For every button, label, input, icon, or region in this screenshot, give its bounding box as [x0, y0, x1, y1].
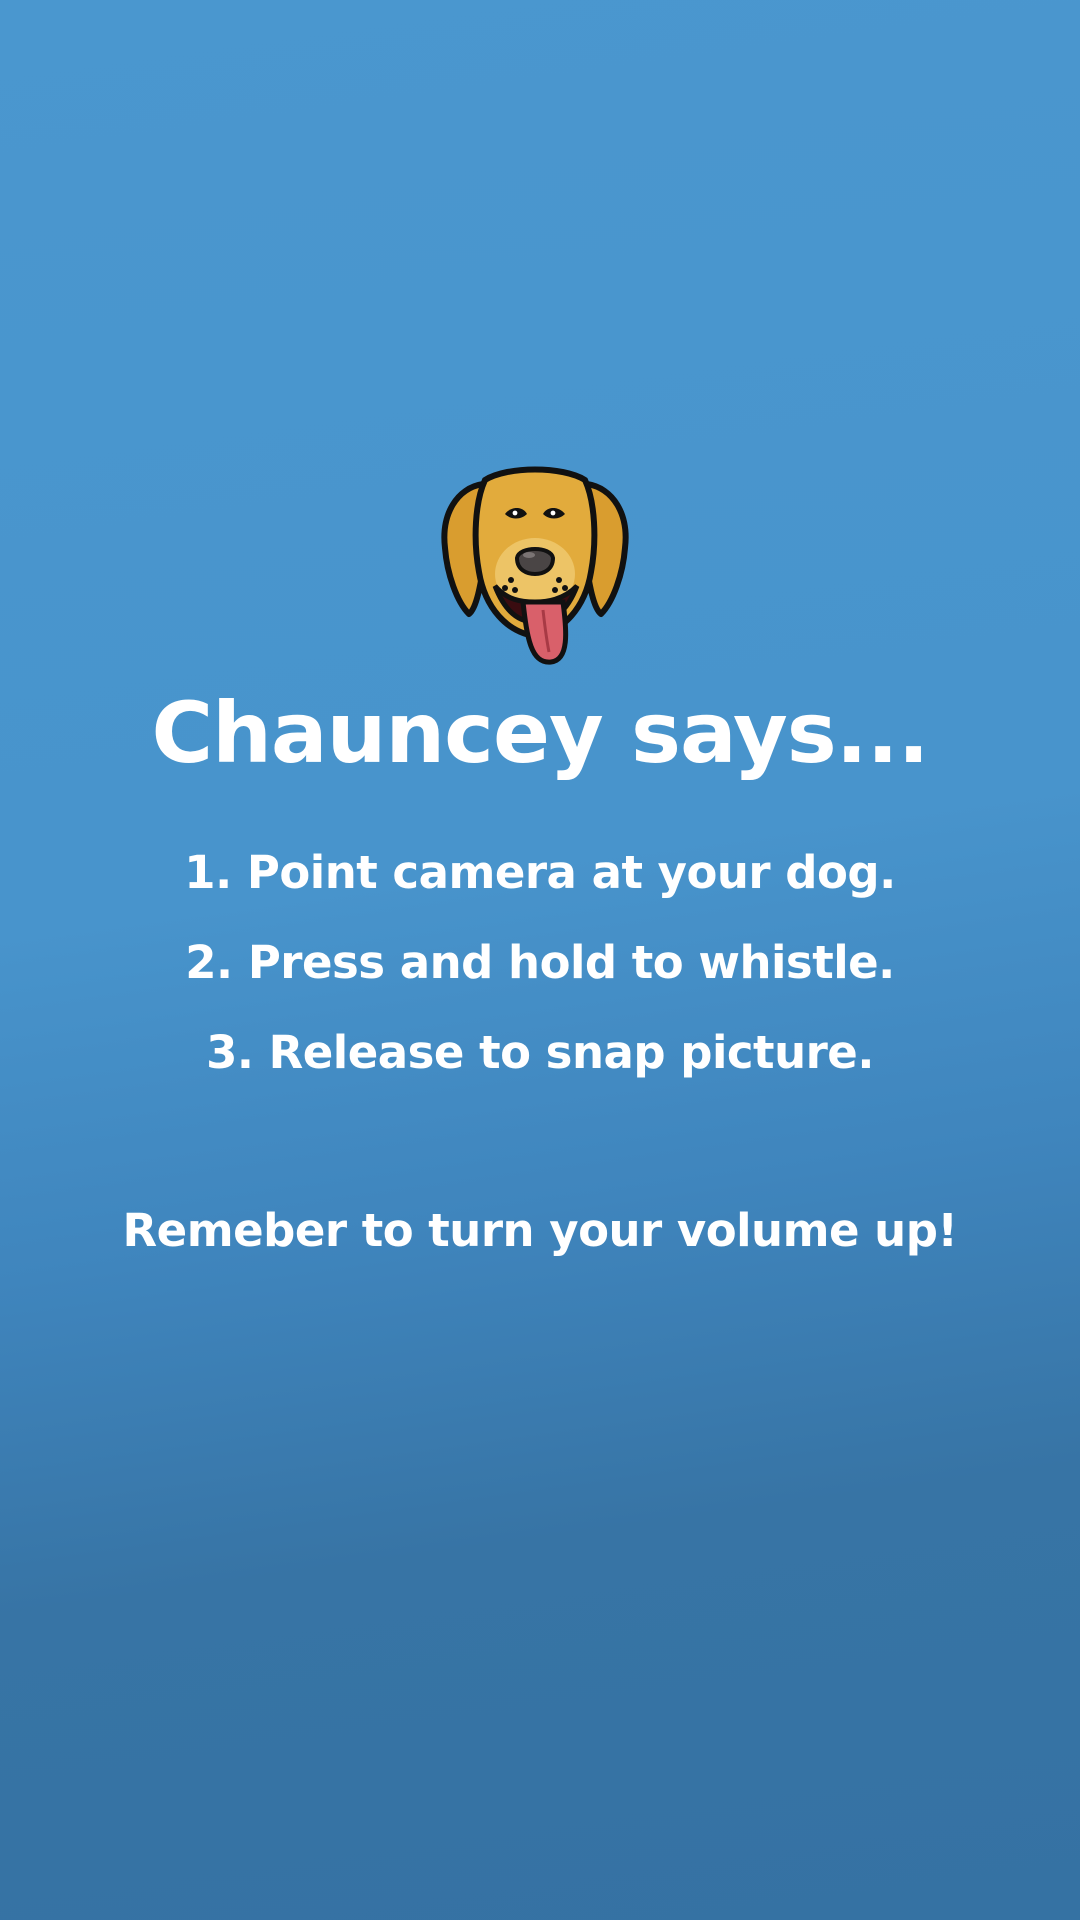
dog-face-icon: [441, 466, 629, 665]
step-2: 2. Press and hold to whistle.: [185, 936, 895, 989]
page-title: Chauncey says...: [151, 684, 929, 782]
step-3: 3. Release to snap picture.: [206, 1026, 874, 1079]
step-1: 1. Point camera at your dog.: [184, 846, 896, 899]
instruction-steps: 1. Point camera at your dog. 2. Press an…: [0, 838, 1080, 1108]
volume-reminder: Remeber to turn your volume up!: [122, 1204, 958, 1257]
instructions-screen[interactable]: Chauncey says... 1. Point camera at your…: [0, 0, 1080, 1920]
